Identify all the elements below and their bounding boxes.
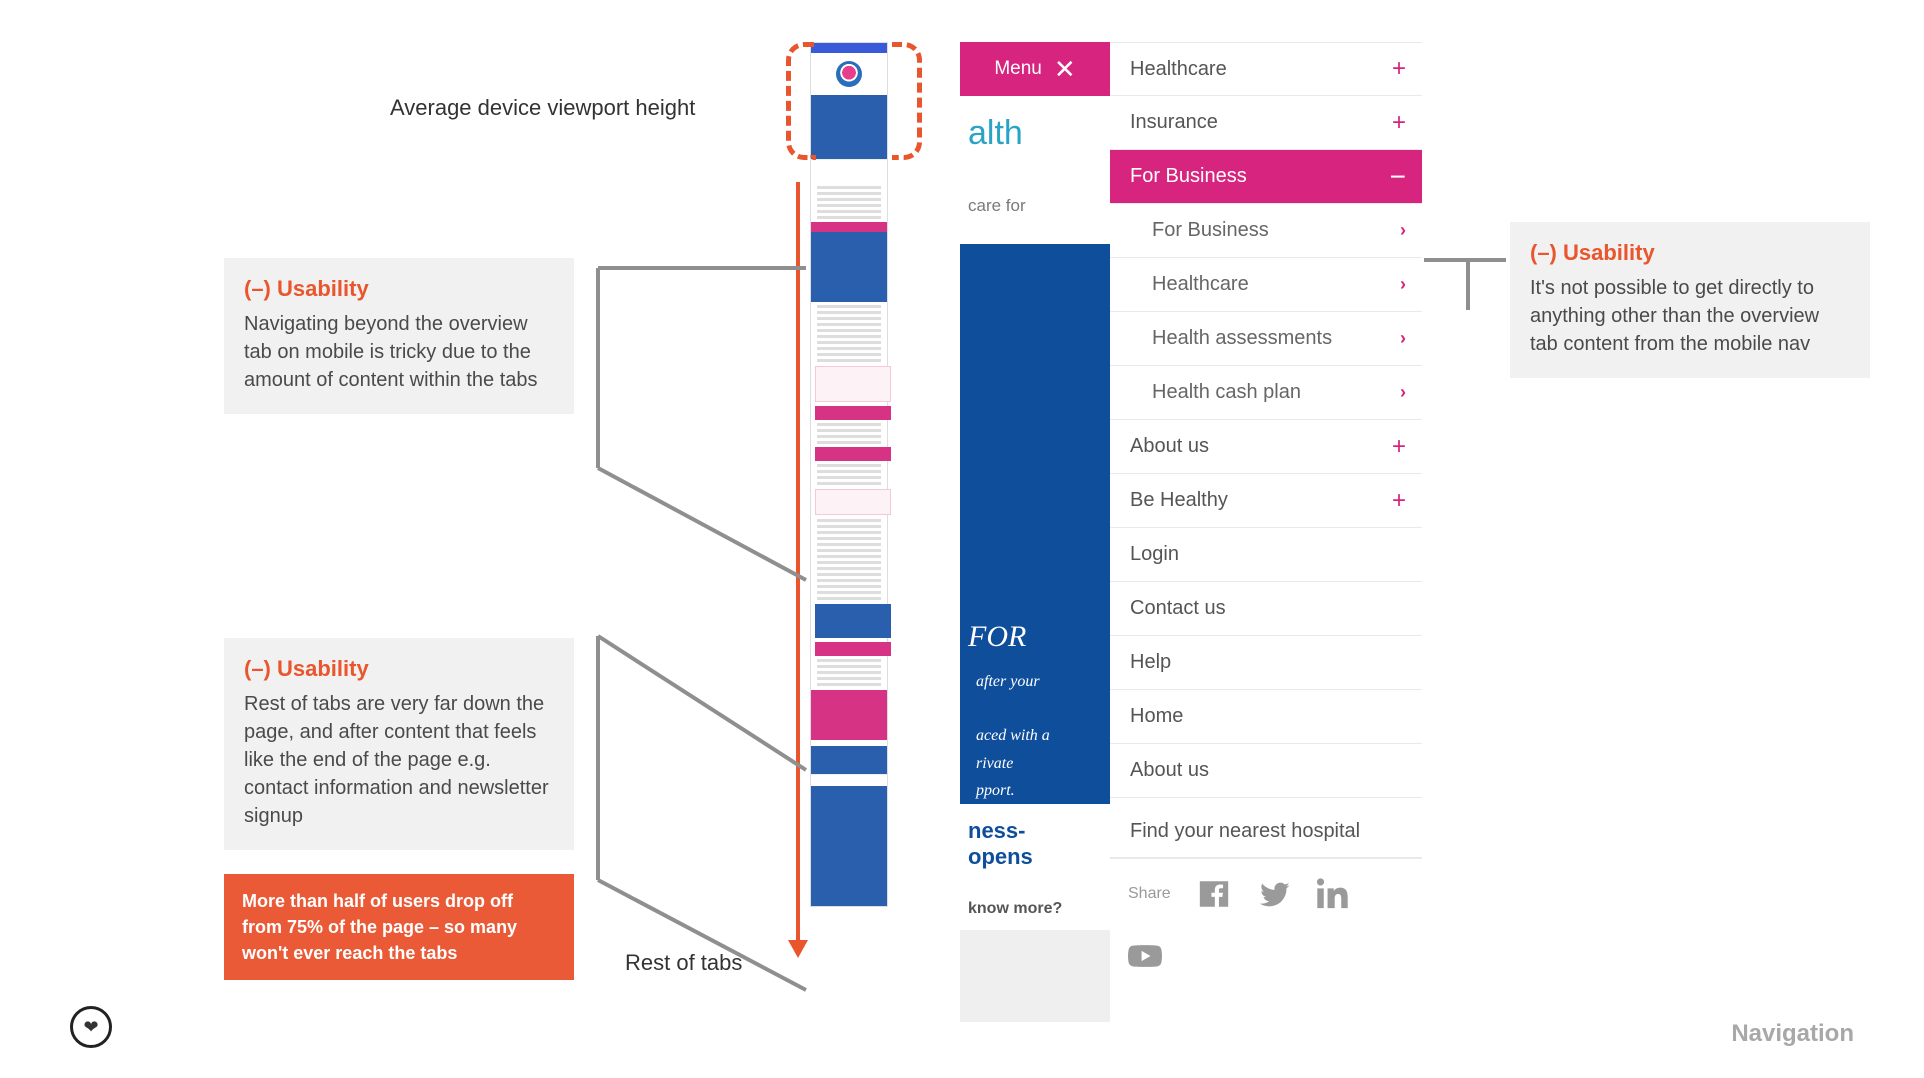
facebook-icon[interactable] <box>1197 877 1231 911</box>
heart-icon: ❤ <box>83 1017 98 1038</box>
mobile-nav-container: Menu ✕ Healthcare + Insurance + For Busi… <box>960 42 1422 984</box>
nav-item-be-healthy[interactable]: Be Healthy + <box>1110 474 1422 528</box>
note-body: It's not possible to get directly to any… <box>1530 274 1850 358</box>
nav-item-insurance[interactable]: Insurance + <box>1110 96 1422 150</box>
scroll-arrow-line <box>796 182 800 942</box>
note-tag: (–) Usability <box>244 276 554 302</box>
nav-item-for-business[interactable]: For Business − <box>1110 150 1422 204</box>
youtube-icon[interactable] <box>1128 939 1162 973</box>
nav-item-about-us[interactable]: About us + <box>1110 420 1422 474</box>
chevron-right-icon: › <box>1400 220 1422 241</box>
note-body: Navigating beyond the overview tab on mo… <box>244 310 554 394</box>
note-usability-2: (–) Usability Rest of tabs are very far … <box>224 638 574 850</box>
plus-icon: + <box>1392 433 1422 461</box>
nav-subitem-health-cash-plan[interactable]: Health cash plan › <box>1110 366 1422 420</box>
nav-item-find-hospital[interactable]: Find your nearest hospital <box>1110 798 1422 858</box>
twitter-icon[interactable] <box>1257 877 1291 911</box>
nav-item-home[interactable]: Home <box>1110 690 1422 744</box>
plus-icon: + <box>1392 109 1422 137</box>
plus-icon: + <box>1392 487 1422 515</box>
close-icon: ✕ <box>1054 56 1076 82</box>
chevron-right-icon: › <box>1400 382 1422 403</box>
favorite-button[interactable]: ❤ <box>70 1006 112 1048</box>
note-tag: (–) Usability <box>244 656 554 682</box>
chevron-right-icon: › <box>1400 328 1422 349</box>
nav-item-login[interactable]: Login <box>1110 528 1422 582</box>
minus-icon: − <box>1390 161 1422 193</box>
long-page-thumbnail <box>810 42 888 907</box>
viewport-bracket-left <box>786 42 816 160</box>
nav-item-healthcare[interactable]: Healthcare + <box>1110 42 1422 96</box>
note-tag: (–) Usability <box>1530 240 1850 266</box>
share-bar: Share <box>1110 858 1422 928</box>
slide-section-label: Navigation <box>1731 1020 1854 1048</box>
nav-subitem-health-assessments[interactable]: Health assessments › <box>1110 312 1422 366</box>
menu-label: Menu <box>994 58 1042 80</box>
share-label: Share <box>1128 885 1171 903</box>
nav-subitem-healthcare[interactable]: Healthcare › <box>1110 258 1422 312</box>
youtube-row <box>1110 928 1422 984</box>
note-usability-3: (–) Usability It's not possible to get d… <box>1510 222 1870 378</box>
nav-item-help[interactable]: Help <box>1110 636 1422 690</box>
nav-subitem-for-business[interactable]: For Business › <box>1110 204 1422 258</box>
scroll-arrow-head <box>788 940 808 958</box>
note-body: Rest of tabs are very far down the page,… <box>244 690 554 830</box>
viewport-bracket-right <box>892 42 922 160</box>
warning-dropoff: More than half of users drop off from 75… <box>224 874 574 980</box>
label-rest-of-tabs: Rest of tabs <box>625 950 742 976</box>
linkedin-icon[interactable] <box>1317 877 1351 911</box>
chevron-right-icon: › <box>1400 274 1422 295</box>
menu-close-button[interactable]: Menu ✕ <box>960 42 1110 96</box>
nav-item-contact-us[interactable]: Contact us <box>1110 582 1422 636</box>
note-usability-1: (–) Usability Navigating beyond the over… <box>224 258 574 414</box>
plus-icon: + <box>1392 55 1422 83</box>
nav-item-about-us-2[interactable]: About us <box>1110 744 1422 798</box>
label-viewport-height: Average device viewport height <box>390 95 695 121</box>
